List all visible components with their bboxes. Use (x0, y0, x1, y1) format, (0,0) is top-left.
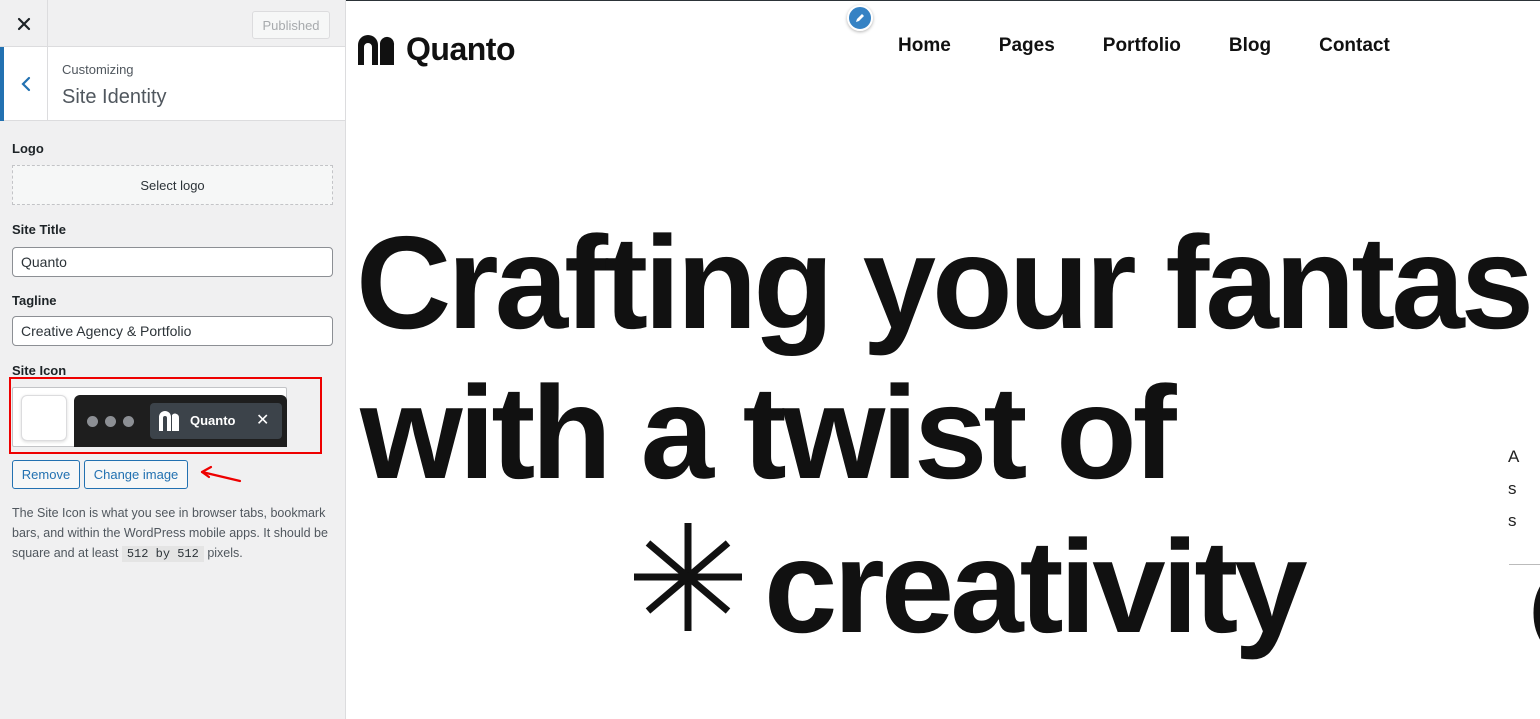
customizer-topbar: Published (0, 0, 345, 47)
edit-shortcut-button[interactable] (847, 5, 873, 31)
side-text-fragment: s (1508, 511, 1517, 530)
pencil-icon (856, 14, 864, 22)
side-divider (1509, 564, 1540, 565)
side-text-fragment: A (1508, 447, 1520, 466)
logo-label: Logo (12, 141, 44, 156)
quanto-logo-icon (358, 34, 395, 65)
select-logo-button[interactable]: Select logo (12, 165, 333, 205)
nav-item-pages[interactable]: Pages (999, 35, 1055, 57)
help-code: 512 by 512 (121, 546, 204, 562)
back-button[interactable] (0, 47, 48, 121)
site-title: Quanto (406, 31, 515, 67)
annotation-arrow-icon (200, 465, 242, 483)
nav-item-portfolio[interactable]: Portfolio (1103, 35, 1181, 57)
side-text-fragment: ( (1530, 567, 1540, 647)
site-icon-label: Site Icon (12, 363, 67, 378)
site-icon-description: The Site Icon is what you see in browser… (12, 503, 337, 564)
change-image-button[interactable]: Change image (84, 460, 188, 489)
close-icon (17, 17, 30, 30)
main-nav: Home Pages Portfolio Blog Contact (898, 35, 1438, 57)
annotation-highlight-box (9, 377, 322, 454)
remove-icon-button[interactable]: Remove (12, 460, 80, 489)
section-header: Customizing Site Identity (0, 47, 345, 121)
site-preview: Quanto Home Pages Portfolio Blog Contact… (346, 0, 1540, 719)
customizer-screen: Published Customizing Site Identity Logo… (0, 0, 1540, 719)
publish-button[interactable]: Published (252, 11, 330, 39)
side-text-fragment: s (1508, 479, 1517, 498)
nav-item-home[interactable]: Home (898, 35, 951, 57)
tagline-label: Tagline (12, 293, 57, 308)
nav-item-contact[interactable]: Contact (1319, 35, 1390, 57)
hero-heading-line: with a twist of (360, 359, 1177, 506)
site-title-label: Site Title (12, 222, 66, 237)
asterisk-icon (634, 523, 742, 631)
help-text-part: pixels. (207, 546, 243, 560)
customizing-label: Customizing (62, 62, 134, 77)
tagline-input[interactable] (12, 316, 333, 346)
nav-item-blog[interactable]: Blog (1229, 35, 1271, 57)
close-customizer-button[interactable] (0, 0, 48, 47)
section-title: Site Identity (62, 86, 167, 108)
site-branding[interactable]: Quanto (358, 31, 515, 68)
hero-heading-line: creativity (764, 513, 1308, 660)
chevron-left-icon (20, 76, 30, 92)
hero-heading-line: Crafting your fantas (356, 209, 1534, 356)
site-title-input[interactable] (12, 247, 333, 277)
customizer-sidebar: Published Customizing Site Identity Logo… (0, 0, 346, 719)
